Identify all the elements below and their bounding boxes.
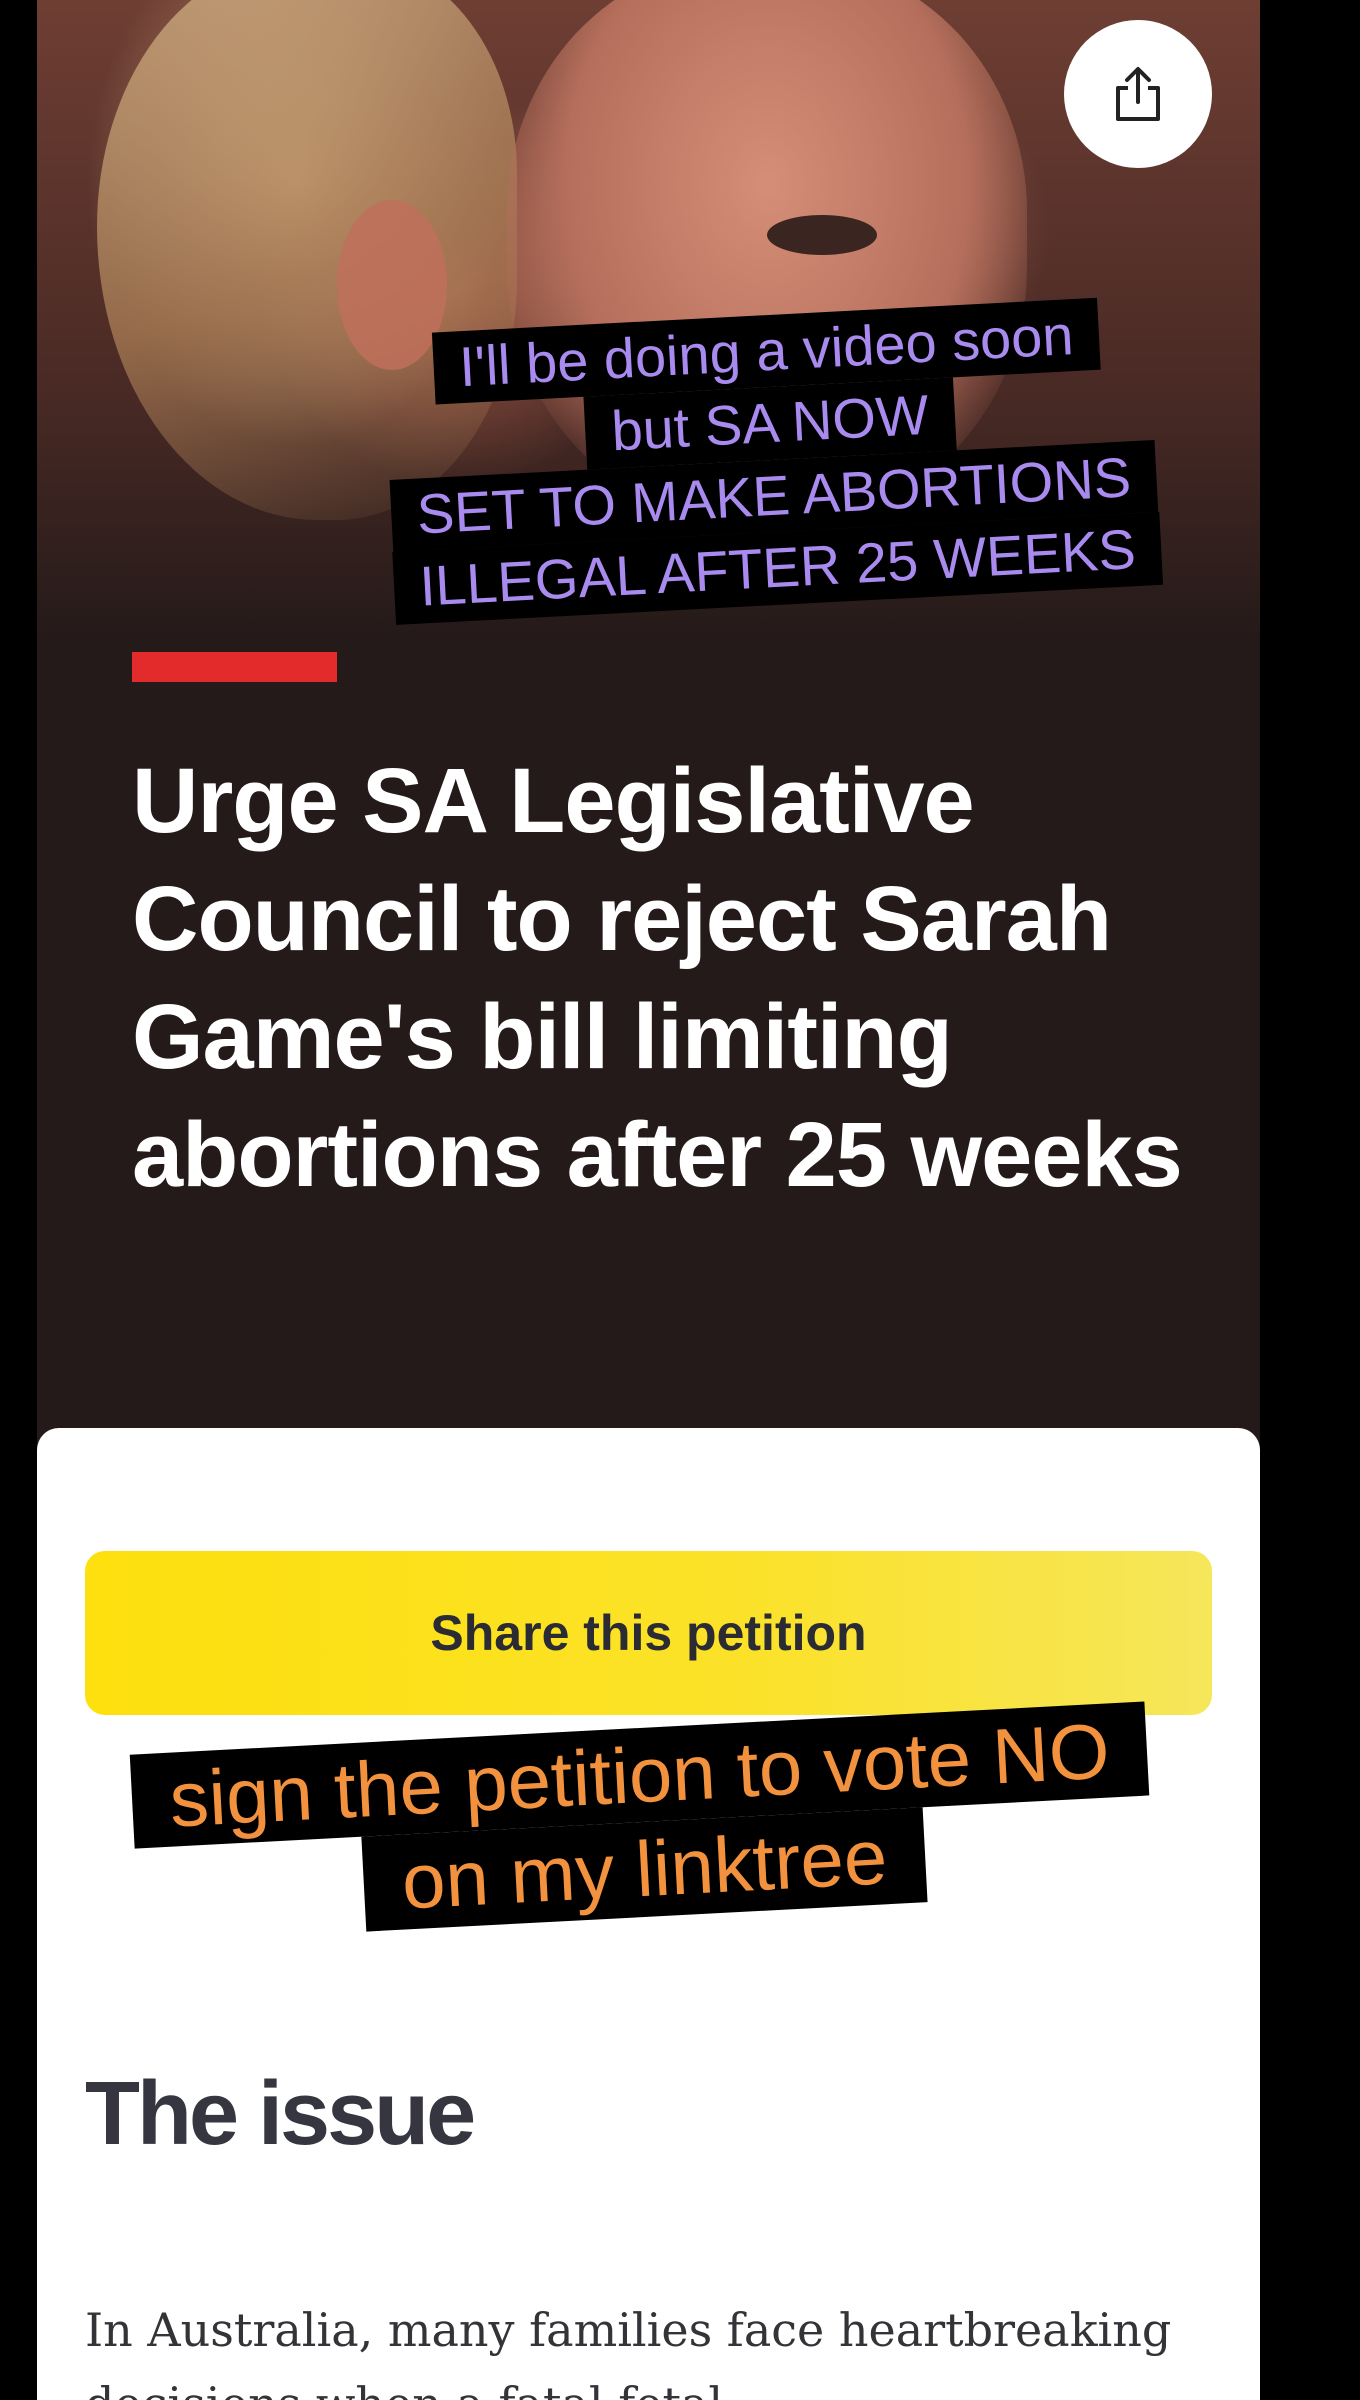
petition-card: Share this petition sign the petition to… — [37, 1428, 1260, 2400]
hero-image-eye — [767, 215, 877, 255]
accent-bar — [132, 652, 337, 682]
issue-body-text: In Australia, many families face heartbr… — [85, 2303, 1172, 2400]
issue-heading: The issue — [85, 2064, 476, 2164]
petition-title: Urge SA Legislative Council to reject Sa… — [132, 750, 1183, 1206]
share-petition-button[interactable]: Share this petition — [85, 1551, 1212, 1715]
share-fab-button[interactable] — [1064, 20, 1212, 168]
petition-page: I'll be doing a video soon but SA NOW SE… — [37, 0, 1260, 2400]
share-icon — [1116, 67, 1160, 121]
video-caption-top: I'll be doing a video soon but SA NOW SE… — [320, 292, 1224, 628]
video-caption-bottom: sign the petition to vote NO on my linkt… — [43, 1697, 1241, 1948]
